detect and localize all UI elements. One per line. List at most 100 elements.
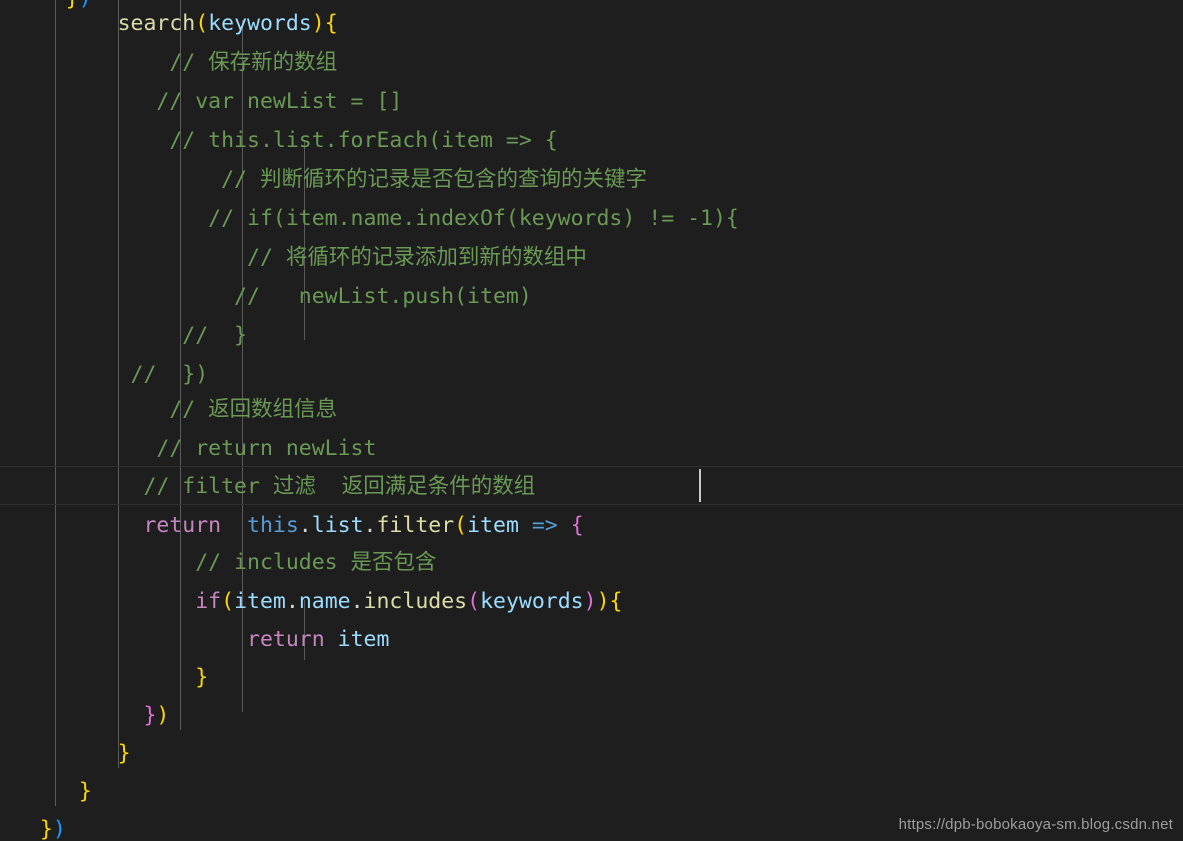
code-line[interactable]: // return newList bbox=[0, 430, 1183, 469]
code-token: . bbox=[285, 589, 299, 614]
code-token: search bbox=[117, 11, 196, 36]
code-token: keywords bbox=[208, 11, 312, 36]
code-token: } bbox=[195, 665, 209, 690]
code-token: ) bbox=[52, 817, 66, 841]
code-token: ) bbox=[596, 589, 610, 614]
code-token: } bbox=[117, 741, 131, 766]
code-line[interactable]: } bbox=[0, 659, 1183, 698]
code-token: // var newList = [] bbox=[156, 89, 403, 114]
code-line[interactable]: if(item.name.includes(keywords)){ bbox=[0, 583, 1183, 622]
code-token: name bbox=[298, 589, 351, 614]
code-token: => bbox=[531, 513, 558, 538]
code-line[interactable]: // 返回数组信息 bbox=[0, 391, 1183, 430]
code-token: keywords bbox=[480, 589, 584, 614]
code-token: ( bbox=[195, 11, 209, 36]
code-token: // }) bbox=[104, 362, 209, 387]
code-token: } bbox=[78, 779, 92, 804]
code-line[interactable]: return this.list.filter(item => { bbox=[0, 507, 1183, 546]
code-token: ) bbox=[583, 589, 597, 614]
code-token: item bbox=[234, 589, 286, 614]
code-token: // 保存新的数组 bbox=[169, 50, 338, 75]
code-token: // 将循环的记录添加到新的数组中 bbox=[221, 245, 587, 270]
code-line[interactable]: // this.list.forEach(item => { bbox=[0, 122, 1183, 161]
code-surface[interactable]: }) search(keywords){ // 保存新的数组 // var ne… bbox=[0, 0, 1183, 841]
code-token: . bbox=[350, 589, 364, 614]
code-line[interactable]: // includes 是否包含 bbox=[0, 544, 1183, 583]
code-token: ( bbox=[221, 589, 235, 614]
code-token: this bbox=[247, 513, 299, 538]
code-token: // includes 是否包含 bbox=[182, 550, 437, 575]
code-token: // 返回数组信息 bbox=[156, 397, 338, 422]
code-token: ) bbox=[156, 703, 170, 728]
code-token: ) bbox=[311, 11, 325, 36]
code-line[interactable]: // 判断循环的记录是否包含的查询的关键字 bbox=[0, 161, 1183, 200]
code-token: includes bbox=[363, 589, 468, 614]
code-token: if bbox=[195, 589, 222, 614]
code-token: // 判断循环的记录是否包含的查询的关键字 bbox=[195, 167, 647, 192]
code-line[interactable]: return item bbox=[0, 621, 1183, 660]
code-line[interactable]: // filter 过滤 返回满足条件的数组 bbox=[0, 468, 1183, 507]
code-line[interactable]: // newList.push(item) bbox=[0, 278, 1183, 317]
code-token: { bbox=[324, 11, 338, 36]
code-token: ( bbox=[467, 589, 481, 614]
code-line[interactable]: } bbox=[0, 735, 1183, 774]
code-editor[interactable]: }) search(keywords){ // 保存新的数组 // var ne… bbox=[0, 0, 1183, 841]
code-token: item bbox=[467, 513, 519, 538]
code-token: filter bbox=[376, 513, 455, 538]
code-line[interactable]: // if(item.name.indexOf(keywords) != -1)… bbox=[0, 200, 1183, 239]
code-line[interactable]: // }) bbox=[0, 356, 1183, 395]
code-token: item bbox=[337, 627, 390, 652]
code-token: list bbox=[311, 513, 364, 538]
code-token: . bbox=[363, 513, 377, 538]
code-token: return bbox=[247, 627, 325, 652]
code-line[interactable]: // } bbox=[0, 317, 1183, 356]
code-token: // this.list.forEach(item => { bbox=[156, 128, 558, 153]
code-token: // if(item.name.indexOf(keywords) != -1)… bbox=[182, 206, 739, 231]
code-token: // filter 过滤 返回满足条件的数组 bbox=[143, 474, 536, 499]
code-token: return bbox=[143, 513, 222, 538]
code-token: . bbox=[298, 513, 312, 538]
code-token: // } bbox=[156, 323, 247, 348]
code-line[interactable]: search(keywords){ bbox=[0, 5, 1183, 44]
code-token: } bbox=[143, 703, 157, 728]
code-line[interactable]: }) bbox=[0, 697, 1183, 736]
code-token: ( bbox=[454, 513, 468, 538]
text-caret bbox=[699, 469, 701, 502]
code-token: // return newList bbox=[143, 436, 377, 461]
code-line[interactable]: } bbox=[0, 773, 1183, 812]
code-line[interactable]: // 保存新的数组 bbox=[0, 44, 1183, 83]
code-line[interactable]: // 将循环的记录添加到新的数组中 bbox=[0, 239, 1183, 278]
code-token: { bbox=[570, 513, 584, 538]
code-token: // newList.push(item) bbox=[208, 284, 532, 309]
code-line[interactable]: // var newList = [] bbox=[0, 83, 1183, 122]
code-token: { bbox=[609, 589, 623, 614]
